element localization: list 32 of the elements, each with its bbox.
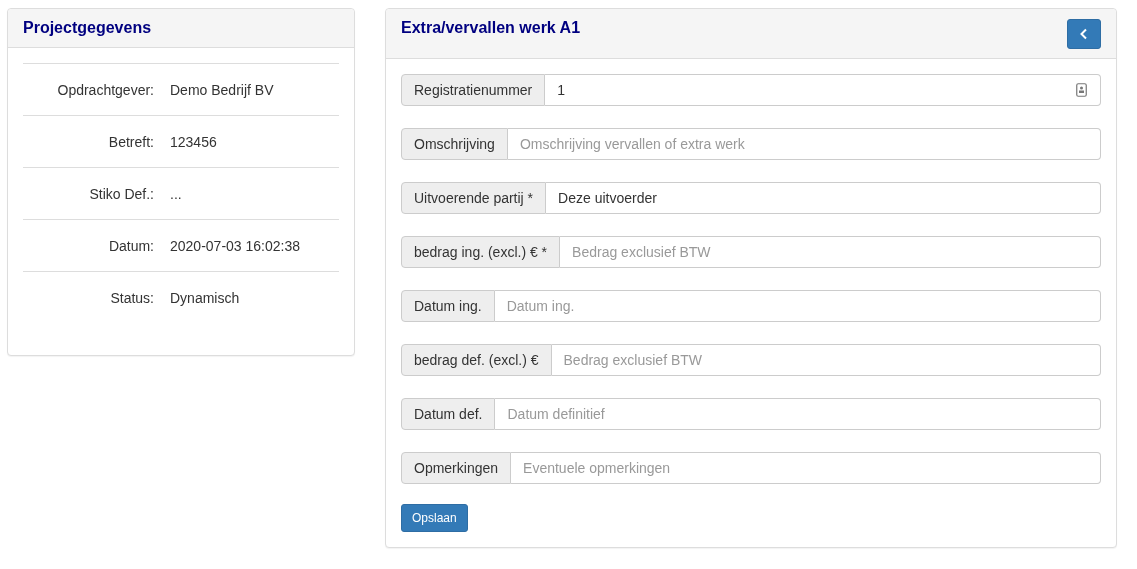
info-value: 123456 [170, 133, 217, 150]
info-label: Status: [109, 289, 155, 306]
back-button[interactable] [1067, 19, 1101, 49]
field-label: Datum ing. [401, 290, 495, 322]
field-label: Omschrijving [401, 128, 508, 160]
save-button[interactable]: Opslaan [401, 504, 468, 532]
field-label: Uitvoerende partij * [401, 182, 547, 214]
info-value: 2020-07-03 16:02:38 [170, 237, 300, 254]
input-field[interactable]: 1 [545, 74, 1101, 106]
input-field[interactable]: Omschrijving vervallen of extra werk [507, 128, 1101, 160]
info-label: Datum: [107, 237, 155, 254]
field-label: Opmerkingen [401, 452, 512, 484]
input-field[interactable]: Eventuele opmerkingen [511, 452, 1101, 484]
field-label: bedrag def. (excl.) € [401, 344, 552, 376]
info-value: ... [170, 185, 182, 202]
panel-title: Extra/vervallen werk A1 [401, 19, 581, 37]
contact-card-icon [1076, 83, 1087, 97]
field-label: bedrag ing. (excl.) € * [401, 236, 561, 268]
info-label: Betreft: [107, 133, 155, 150]
input-field[interactable]: Bedrag exclusief BTW [560, 236, 1101, 268]
field-label: Datum def. [401, 398, 496, 430]
input-field[interactable]: Datum definitief [495, 398, 1101, 430]
input-field[interactable]: Bedrag exclusief BTW [551, 344, 1101, 376]
field-label: Registratienummer [401, 74, 546, 106]
info-label: Stiko Def.: [88, 185, 155, 202]
input-field[interactable]: Deze uitvoerder [546, 182, 1101, 214]
input-field[interactable]: Datum ing. [494, 290, 1101, 322]
info-label: Opdrachtgever: [56, 81, 155, 98]
chevron-left-icon [1079, 28, 1089, 40]
info-value: Demo Bedrijf BV [170, 81, 274, 98]
panel-title: Projectgegevens [23, 19, 152, 36]
info-value: Dynamisch [170, 289, 240, 306]
